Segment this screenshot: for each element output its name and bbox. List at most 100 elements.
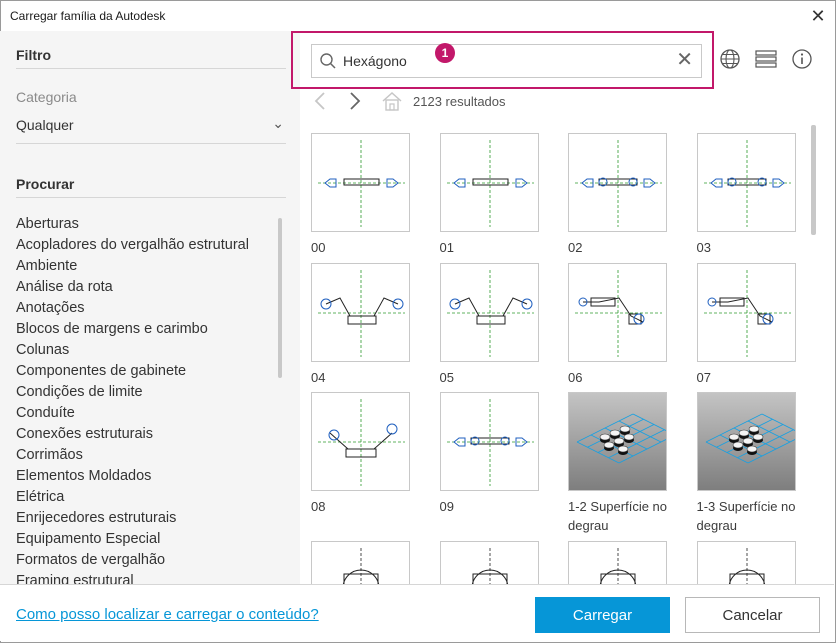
- category-dropdown[interactable]: Qualquer ⌄: [16, 115, 286, 141]
- browse-item[interactable]: Conexões estruturais: [16, 424, 278, 445]
- search-icon: [320, 53, 336, 69]
- browse-item[interactable]: Ambiente: [16, 256, 278, 277]
- family-name: 05: [439, 369, 454, 385]
- family-thumbnail[interactable]: [311, 133, 410, 232]
- family-card[interactable]: [439, 540, 540, 584]
- family-name: 00: [311, 240, 326, 255]
- family-thumbnail[interactable]: [439, 262, 539, 362]
- family-card[interactable]: 1-2 Superfície no degrau: [568, 392, 668, 535]
- footer: Como posso localizar e carregar o conteú…: [0, 584, 834, 641]
- family-preview-drawing: [318, 269, 405, 357]
- family-card[interactable]: [311, 540, 411, 584]
- family-preview-drawing: [576, 413, 666, 464]
- family-preview-drawing: [318, 140, 405, 227]
- forward-arrow-icon[interactable]: [345, 90, 365, 112]
- browse-item[interactable]: Elementos Moldados: [16, 466, 278, 487]
- browse-item[interactable]: Conduíte: [16, 403, 278, 424]
- family-card[interactable]: 05: [439, 262, 540, 387]
- family-card[interactable]: 07: [696, 262, 797, 387]
- family-thumbnail[interactable]: [696, 262, 796, 362]
- divider: [16, 197, 286, 198]
- results-scrollbar[interactable]: [811, 125, 816, 235]
- results-count: 2123 resultados: [413, 94, 506, 109]
- browse-item[interactable]: Elétrica: [16, 487, 278, 508]
- back-arrow-icon[interactable]: [311, 90, 331, 112]
- family-card[interactable]: 1-3 Superfície no degrau: [696, 392, 797, 535]
- globe-icon[interactable]: [719, 48, 741, 70]
- family-name: 04: [311, 369, 326, 385]
- info-icon[interactable]: [791, 48, 813, 70]
- family-name: 06: [568, 369, 583, 385]
- browse-list: Aberturas Acopladores do vergalhão estrut…: [16, 214, 278, 584]
- family-card[interactable]: 03: [696, 133, 797, 257]
- family-card[interactable]: 01: [439, 133, 540, 257]
- home-icon[interactable]: [381, 90, 403, 112]
- family-card[interactable]: 02: [568, 133, 668, 257]
- list-view-icon[interactable]: [755, 48, 777, 70]
- family-thumbnail[interactable]: [439, 392, 539, 491]
- family-card[interactable]: [696, 540, 797, 584]
- divider: [16, 68, 286, 69]
- family-preview-drawing: [471, 547, 508, 584]
- browse-item[interactable]: Equipamento Especial: [16, 529, 278, 550]
- family-preview-drawing: [446, 140, 534, 227]
- family-card[interactable]: 04: [311, 262, 411, 387]
- search-box[interactable]: ✕: [311, 44, 702, 78]
- family-thumbnail[interactable]: [568, 540, 667, 584]
- cancel-button[interactable]: Cancelar: [685, 597, 820, 633]
- family-thumbnail[interactable]: [439, 540, 539, 584]
- family-thumbnail[interactable]: [568, 392, 667, 491]
- browse-item[interactable]: Enrijecedores estruturais: [16, 508, 278, 529]
- family-name: 01: [439, 240, 454, 255]
- browse-scrollbar[interactable]: [278, 218, 282, 378]
- family-preview-drawing: [446, 399, 534, 486]
- family-thumbnail[interactable]: [439, 133, 539, 232]
- family-preview-drawing: [703, 140, 791, 227]
- family-preview-drawing: [703, 269, 791, 357]
- load-button[interactable]: Carregar: [535, 597, 670, 633]
- family-thumbnail[interactable]: [696, 133, 796, 232]
- family-card[interactable]: 06: [568, 262, 668, 387]
- clear-search-icon[interactable]: ✕: [676, 49, 693, 71]
- family-thumbnail[interactable]: [568, 262, 667, 362]
- help-link[interactable]: Como posso localizar e carregar o conteú…: [16, 606, 319, 623]
- family-preview-drawing: [575, 269, 662, 357]
- family-preview-drawing: [446, 269, 534, 357]
- browse-item[interactable]: Corrimãos: [16, 445, 278, 466]
- family-thumbnail[interactable]: [311, 262, 410, 362]
- divider: [16, 143, 286, 144]
- family-card[interactable]: 00: [311, 133, 411, 257]
- family-preview-drawing: [575, 140, 662, 227]
- family-card[interactable]: [568, 540, 668, 584]
- browse-item[interactable]: Acopladores do vergalhão estrutural: [16, 235, 278, 256]
- family-name: 08: [311, 499, 326, 514]
- category-label: Categoria: [16, 89, 77, 105]
- browse-item[interactable]: Aberturas: [16, 214, 278, 235]
- family-preview-drawing: [705, 413, 795, 464]
- search-input[interactable]: [343, 51, 663, 71]
- family-name: 02: [568, 240, 583, 255]
- browse-item[interactable]: Análise da rota: [16, 277, 278, 298]
- browse-item[interactable]: Colunas: [16, 340, 278, 361]
- family-grid: 00 01 02 03 04 05 06 07 08 09 1-2 Superfície no de…: [311, 133, 803, 584]
- family-thumbnail[interactable]: [568, 133, 667, 232]
- browse-item[interactable]: Condições de limite: [16, 382, 278, 403]
- family-thumbnail[interactable]: [696, 540, 796, 584]
- family-name: 03: [696, 240, 711, 255]
- browse-item[interactable]: Blocos de margens e carimbo: [16, 319, 278, 340]
- close-icon[interactable]: ✕: [807, 5, 829, 27]
- family-preview-drawing: [728, 547, 765, 584]
- browse-item[interactable]: Componentes de gabinete: [16, 361, 278, 382]
- browse-item[interactable]: Formatos de vergalhão: [16, 550, 278, 571]
- browse-item[interactable]: Framing estrutural: [16, 571, 278, 584]
- family-thumbnail[interactable]: [311, 392, 410, 491]
- chevron-down-icon: ⌄: [272, 115, 284, 131]
- family-card[interactable]: 09: [439, 392, 540, 516]
- filter-heading: Filtro: [16, 47, 51, 63]
- family-thumbnail[interactable]: [311, 540, 410, 584]
- family-thumbnail[interactable]: [696, 392, 796, 491]
- family-name: 1-3 Superfície no degrau: [696, 499, 796, 533]
- family-card[interactable]: 08: [311, 392, 411, 516]
- filter-panel: Filtro Categoria Qualquer ⌄ Procurar Abe…: [0, 31, 300, 584]
- browse-item[interactable]: Anotações: [16, 298, 278, 319]
